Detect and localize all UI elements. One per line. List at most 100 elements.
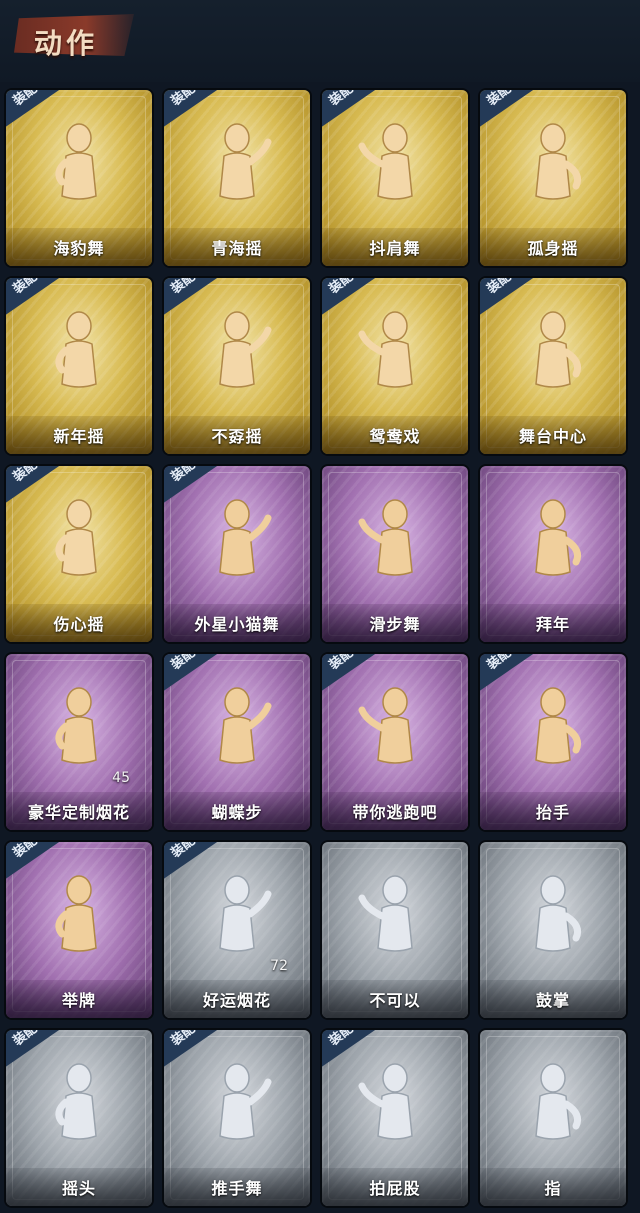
equipped-badge-label: 装配 bbox=[168, 654, 199, 673]
emote-card[interactable]: 装配 推手舞 bbox=[164, 1030, 310, 1206]
card-name-bar: 不孬摇 bbox=[164, 416, 310, 454]
emote-card[interactable]: 装配拍屁股 bbox=[322, 1030, 468, 1206]
equipped-badge-label: 装配 bbox=[326, 1030, 357, 1049]
emote-card[interactable]: 装配伤心摇 bbox=[6, 466, 152, 642]
item-count: 45 bbox=[112, 770, 130, 786]
emote-name: 滑步舞 bbox=[369, 615, 421, 634]
emote-name: 海豹舞 bbox=[53, 239, 105, 258]
equipped-badge-label: 装配 bbox=[10, 1030, 41, 1049]
equipped-badge-label: 装配 bbox=[10, 466, 41, 485]
emote-card[interactable]: 拜年 bbox=[480, 466, 626, 642]
emote-card[interactable]: 装配舞台中心 bbox=[480, 278, 626, 454]
emote-card[interactable]: 装配蝴蝶步 bbox=[164, 654, 310, 830]
emote-name: 不孬摇 bbox=[211, 427, 263, 446]
shoulder-shake-icon bbox=[342, 114, 448, 214]
page-title: 动作 bbox=[34, 27, 99, 60]
emote-name: 鸳鸯戏 bbox=[369, 427, 421, 446]
card-name-bar: 推手舞 bbox=[164, 1168, 310, 1206]
push-hand-dance-icon bbox=[184, 1054, 290, 1154]
slide-dance-icon bbox=[342, 490, 448, 590]
emote-name: 拜年 bbox=[535, 615, 570, 634]
equipped-badge-label: 装配 bbox=[10, 842, 41, 861]
card-name-bar: 摇头 bbox=[6, 1168, 152, 1206]
card-name-bar: 豪华定制烟花 bbox=[6, 792, 152, 830]
emote-name: 青海摇 bbox=[211, 239, 263, 258]
emote-card[interactable]: 装配青海摇 bbox=[164, 90, 310, 266]
card-name-bar: 青海摇 bbox=[164, 228, 310, 266]
qinghai-shake-icon bbox=[184, 114, 290, 214]
emote-card[interactable]: 装配外星小猫舞 bbox=[164, 466, 310, 642]
mandarin-duck-icon bbox=[342, 302, 448, 402]
emote-card[interactable]: 装配抖肩舞 bbox=[322, 90, 468, 266]
new-year-greeting-icon bbox=[500, 490, 606, 590]
emote-name: 好运烟花 bbox=[202, 991, 271, 1010]
emote-card[interactable]: 装配不孬摇 bbox=[164, 278, 310, 454]
equipped-badge-label: 装配 bbox=[168, 466, 199, 485]
card-name-bar: 外星小猫舞 bbox=[164, 604, 310, 642]
card-name-bar: 拜年 bbox=[480, 604, 626, 642]
emote-card[interactable]: 滑步舞 bbox=[322, 466, 468, 642]
emote-name: 带你逃跑吧 bbox=[352, 803, 438, 822]
emote-card[interactable]: 装配带你逃跑吧 bbox=[322, 654, 468, 830]
emote-card[interactable]: 装配举牌 bbox=[6, 842, 152, 1018]
card-name-bar: 不可以 bbox=[322, 980, 468, 1018]
run-away-icon bbox=[342, 678, 448, 778]
emote-name: 豪华定制烟花 bbox=[27, 803, 130, 822]
equipped-badge-label: 装配 bbox=[484, 90, 515, 109]
equipped-badge-label: 装配 bbox=[484, 654, 515, 673]
center-stage-icon bbox=[500, 302, 606, 402]
emote-name: 舞台中心 bbox=[518, 427, 587, 446]
hold-sign-icon bbox=[26, 866, 132, 966]
emote-card[interactable]: 装配 72 好运烟花 bbox=[164, 842, 310, 1018]
point-icon bbox=[500, 1054, 606, 1154]
equipped-badge-label: 装配 bbox=[168, 842, 199, 861]
equipped-badge-label: 装配 bbox=[326, 654, 357, 673]
card-name-bar: 抬手 bbox=[480, 792, 626, 830]
heartbreak-shake-icon bbox=[26, 490, 132, 590]
emote-name: 推手舞 bbox=[211, 1179, 263, 1198]
emote-card[interactable]: 鼓掌 bbox=[480, 842, 626, 1018]
card-name-bar: 抖肩舞 bbox=[322, 228, 468, 266]
equipped-badge-label: 装配 bbox=[10, 90, 41, 109]
emote-card[interactable]: 不可以 bbox=[322, 842, 468, 1018]
emote-card[interactable]: 装配海豹舞 bbox=[6, 90, 152, 266]
emote-name: 举牌 bbox=[61, 991, 96, 1010]
new-year-shake-icon bbox=[26, 302, 132, 402]
alien-cat-dance-icon bbox=[184, 490, 290, 590]
card-name-bar: 伤心摇 bbox=[6, 604, 152, 642]
equipped-badge-label: 装配 bbox=[168, 278, 199, 297]
emote-name: 孤身摇 bbox=[527, 239, 579, 258]
not-bad-shake-icon bbox=[184, 302, 290, 402]
emote-grid: 装配 海豹舞 装配 青海摇 装配 抖肩舞 装配 孤身摇 装配 新年摇 装配 不孬摇 装配 鸳鸯戏 装配 舞台中… bbox=[6, 90, 626, 1206]
emote-card[interactable]: 装配摇头 bbox=[6, 1030, 152, 1206]
equipped-badge-label: 装配 bbox=[326, 90, 357, 109]
emote-card[interactable]: 装配新年摇 bbox=[6, 278, 152, 454]
card-name-bar: 舞台中心 bbox=[480, 416, 626, 454]
solo-shake-icon bbox=[500, 114, 606, 214]
card-name-bar: 海豹舞 bbox=[6, 228, 152, 266]
clap-hands-icon bbox=[500, 866, 606, 966]
card-name-bar: 鼓掌 bbox=[480, 980, 626, 1018]
card-name-bar: 滑步舞 bbox=[322, 604, 468, 642]
emote-card[interactable]: 装配孤身摇 bbox=[480, 90, 626, 266]
emote-card[interactable]: 装配抬手 bbox=[480, 654, 626, 830]
emote-card[interactable]: 指 bbox=[480, 1030, 626, 1206]
emote-name: 蝴蝶步 bbox=[211, 803, 263, 822]
card-name-bar: 拍屁股 bbox=[322, 1168, 468, 1206]
emote-name: 不可以 bbox=[369, 991, 421, 1010]
card-name-bar: 鸳鸯戏 bbox=[322, 416, 468, 454]
equipped-badge-label: 装配 bbox=[10, 278, 41, 297]
card-name-bar: 新年摇 bbox=[6, 416, 152, 454]
emote-name: 摇头 bbox=[61, 1179, 96, 1198]
emote-card[interactable]: 45 豪华定制烟花 bbox=[6, 654, 152, 830]
deluxe-fireworks-icon bbox=[26, 678, 132, 778]
butt-slap-icon bbox=[342, 1054, 448, 1154]
card-name-bar: 孤身摇 bbox=[480, 228, 626, 266]
emote-card[interactable]: 装配 鸳鸯戏 bbox=[322, 278, 468, 454]
butterfly-step-icon bbox=[184, 678, 290, 778]
emote-name: 指 bbox=[544, 1179, 562, 1198]
equipped-badge-label: 装配 bbox=[484, 278, 515, 297]
head-shake-icon bbox=[26, 1054, 132, 1154]
equipped-badge-label: 装配 bbox=[168, 90, 199, 109]
emote-name: 拍屁股 bbox=[369, 1179, 421, 1198]
